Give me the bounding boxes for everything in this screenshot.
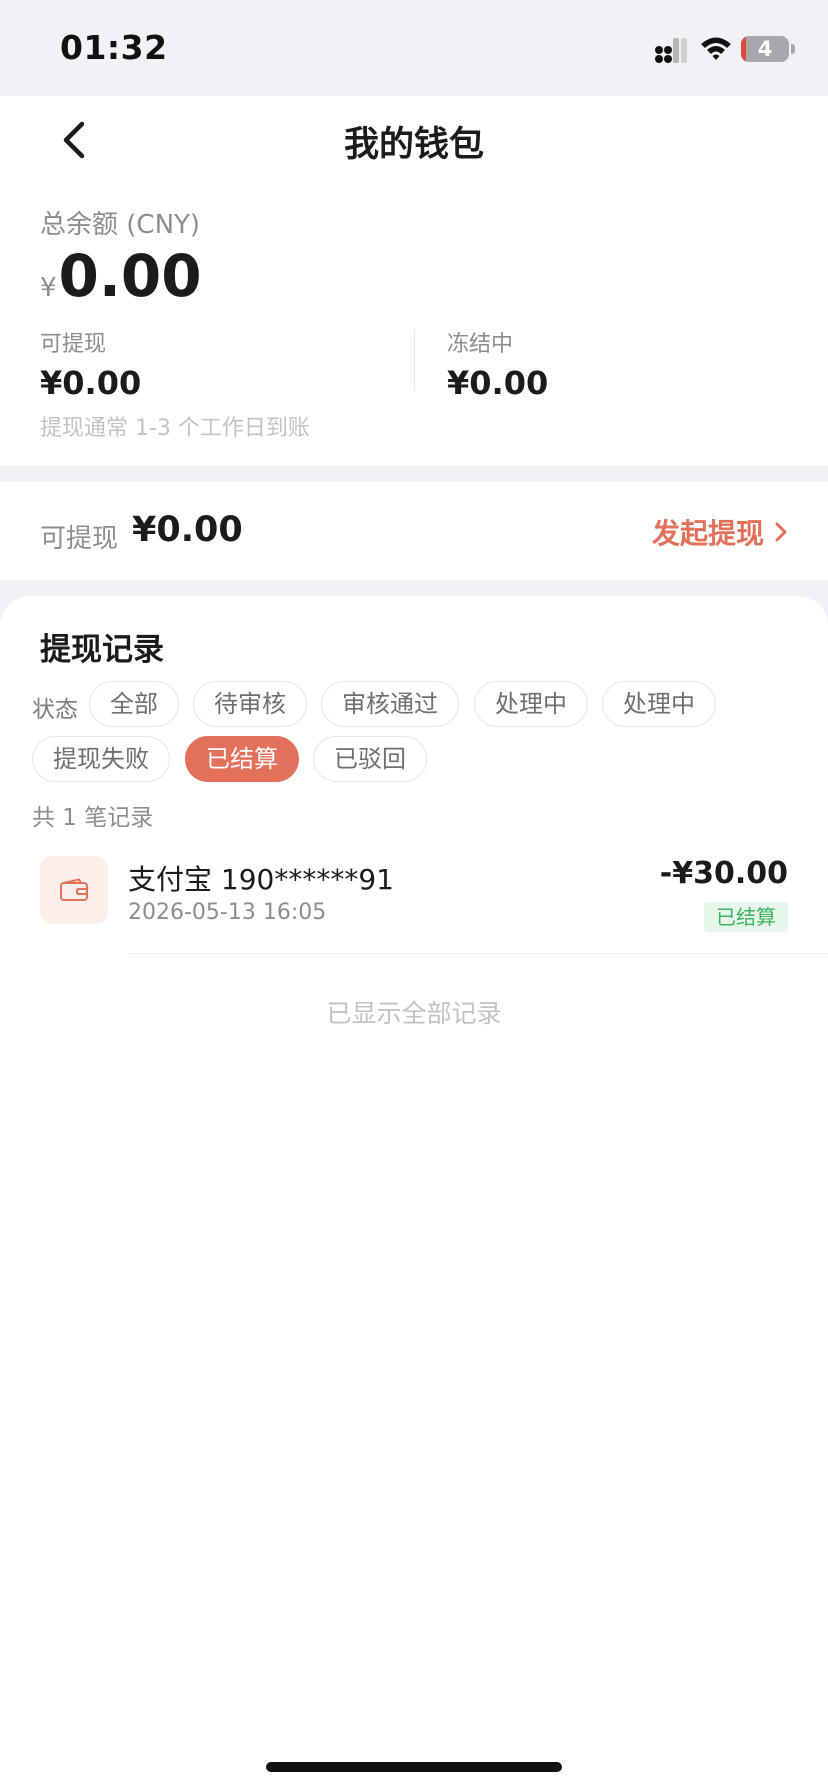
withdraw-row: 可提现 ¥0.00 发起提现 [0,482,828,580]
page-title: 我的钱包 [343,125,484,165]
wifi-icon [701,37,731,60]
withdrawable-amount: ¥0.00 [40,364,142,402]
records-title: 提现记录 [40,632,164,668]
balance-card: 总余额 (CNY) ¥ 0.00 可提现 ¥0.00 冻结中 ¥0.00 提现通… [0,186,828,466]
filter-chip-settled[interactable]: 已结算 [185,736,299,782]
withdraw-amount: ¥0.00 [132,510,243,550]
record-count: 共 1 笔记录 [32,805,154,831]
filter-chip-review-approved[interactable]: 审核通过 [321,681,459,727]
wallet-icon [60,878,88,901]
withdrawable-summary: 可提现 ¥0.00 [40,326,141,402]
status-filter-label: 状态 [32,697,78,723]
cellular-signal-icon [655,38,687,63]
battery-icon: 4 [741,36,789,62]
filter-chip-all[interactable]: 全部 [89,681,179,727]
status-bar: 01:32 4 [0,0,828,96]
total-balance-amount: 0.00 [58,242,202,310]
withdraw-hint: 提现通常 1-3 个工作日到账 [40,416,310,441]
column-divider [414,330,415,390]
filter-chip-pending-review[interactable]: 待审核 [193,681,307,727]
filter-chip-processing-2[interactable]: 处理中 [602,681,716,727]
frozen-label: 冻结中 [447,332,514,357]
total-balance-label: 总余额 (CNY) [40,210,201,240]
home-indicator [266,1762,562,1772]
record-item[interactable]: 支付宝 190******91 2026-05-13 16:05 -¥30.00… [0,846,828,950]
nav-bar: 我的钱包 [0,96,828,186]
all-records-shown: 已显示全部记录 [326,999,502,1028]
withdrawable-label: 可提现 [40,332,107,357]
section-gap [0,466,828,482]
currency-symbol: ¥ [40,273,57,303]
start-withdraw-button[interactable]: 发起提现 [652,512,788,552]
chevron-right-icon [775,522,787,542]
wallet-tile [40,856,108,924]
battery-cap [791,44,795,54]
record-status-badge: 已结算 [704,902,788,932]
record-title: 支付宝 190******91 [128,863,394,896]
frozen-summary: 冻结中 ¥0.00 [447,326,548,402]
filter-chip-withdraw-failed[interactable]: 提现失败 [32,736,170,782]
record-amount: -¥30.00 [659,856,788,891]
filter-chip-rejected[interactable]: 已驳回 [313,736,427,782]
withdrawal-records: 提现记录 状态 全部 待审核 审核通过 处理中 处理中 提现失败 已结算 已驳回… [0,596,828,1792]
filter-chip-processing[interactable]: 处理中 [474,681,588,727]
frozen-amount: ¥0.00 [447,364,549,402]
total-balance-value: ¥ 0.00 [40,242,202,310]
status-time: 01:32 [60,28,168,67]
record-time: 2026-05-13 16:05 [128,900,327,925]
record-divider [128,953,828,954]
start-withdraw-label: 发起提现 [651,517,764,550]
withdraw-label: 可提现 [40,524,119,554]
